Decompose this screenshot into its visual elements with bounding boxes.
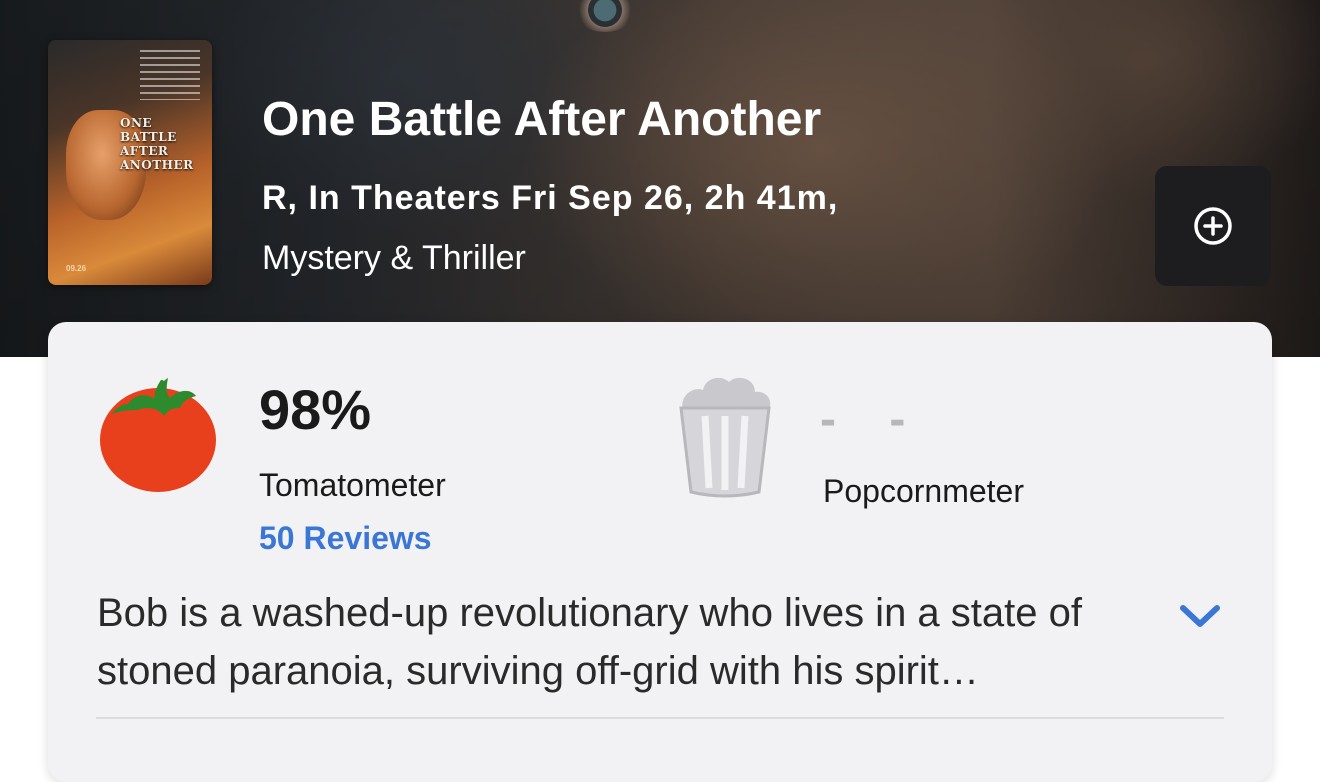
tomatometer-score: 98%: [259, 378, 372, 441]
scores-card: 98% Tomatometer 50 Reviews - - Popcornme…: [48, 322, 1272, 782]
chevron-down-icon[interactable]: [1175, 598, 1225, 634]
plus-circle-icon: [1194, 207, 1232, 245]
popcornmeter-score: - -: [820, 393, 926, 446]
movie-title: One Battle After Another: [262, 93, 822, 146]
poster-credits-block: [140, 50, 200, 100]
popcornmeter-label: Popcornmeter: [823, 473, 1024, 509]
movie-genre: Mystery & Thriller: [262, 239, 526, 277]
backdrop-image-detail: [575, 0, 635, 32]
section-divider: [96, 717, 1224, 719]
popcorn-bucket-icon: [679, 377, 771, 498]
tomatometer-label: Tomatometer: [259, 467, 446, 503]
poster-title-text: One Battle After Another: [120, 116, 194, 172]
movie-poster[interactable]: One Battle After Another 09.26: [48, 40, 212, 285]
movie-meta: R, In Theaters Fri Sep 26, 2h 41m,: [262, 179, 839, 217]
synopsis-text: Bob is a washed-up revolutionary who liv…: [97, 591, 1082, 693]
poster-date-text: 09.26: [66, 264, 87, 273]
add-to-watchlist-button[interactable]: [1155, 166, 1271, 286]
tomato-icon: [100, 378, 216, 492]
reviews-count-link[interactable]: 50 Reviews: [259, 519, 432, 557]
